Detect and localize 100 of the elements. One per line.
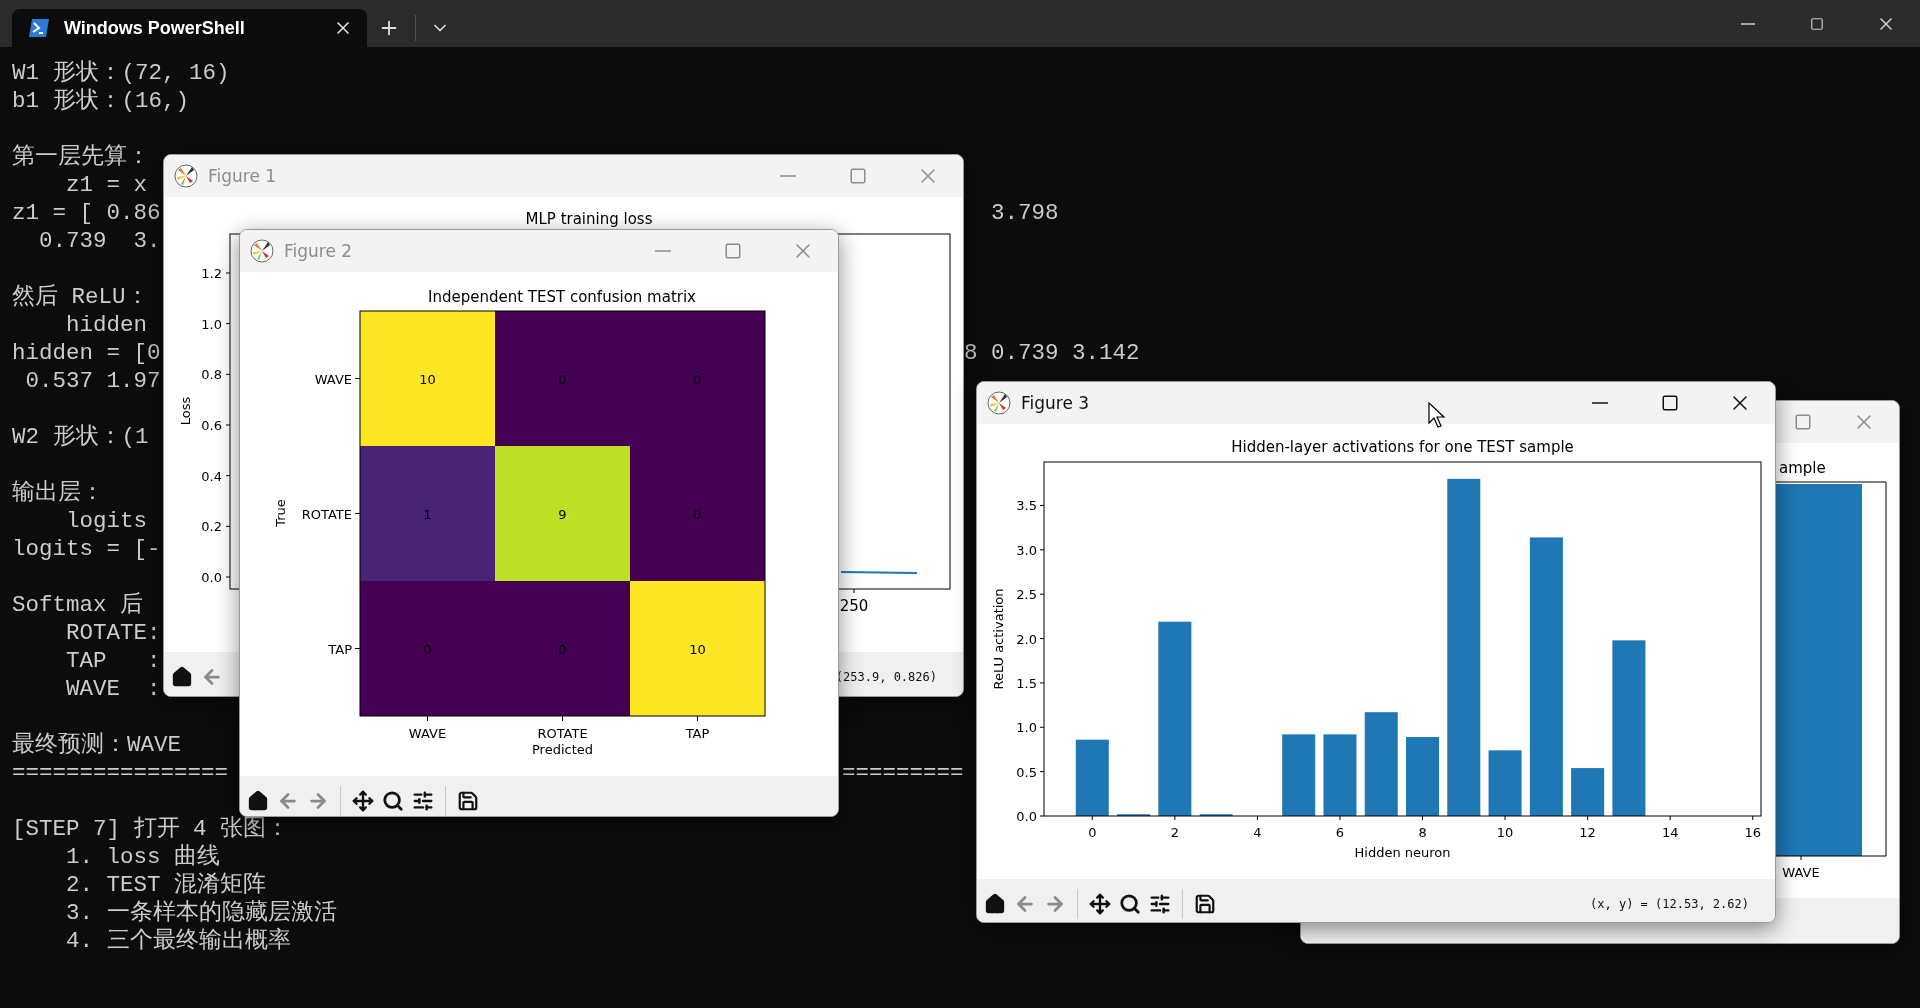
y-tick-label: 3.0 <box>1016 542 1037 558</box>
cell-value: 9 <box>558 506 567 522</box>
y-tick: 0.4 <box>201 468 231 484</box>
y-tick: 1.5 <box>1016 675 1045 691</box>
terminal-line: logits = [- <box>12 536 161 562</box>
x-tick: 16 <box>1744 815 1761 840</box>
terminal-line: logits <box>65 508 148 534</box>
x-tick: 250 <box>839 588 869 615</box>
terminal-line: [STEP 7] 打开 4 张图： <box>12 816 290 842</box>
y-axis-label: Loss <box>178 396 193 426</box>
terminal-line: WAVE : <box>65 676 161 702</box>
x-tick-label: 12 <box>1579 825 1596 840</box>
column-label: ROTATE <box>537 715 588 741</box>
x-tick-label: 6 <box>1335 825 1345 840</box>
y-tick-label: 2.0 <box>1016 631 1037 647</box>
x-tick-label: 10 <box>1496 825 1514 840</box>
y-tick-label: 2.5 <box>1016 587 1037 603</box>
cell-value: 0 <box>558 371 567 387</box>
terminal-line: b1 形状：(16,) <box>12 88 190 114</box>
cell-value: 0 <box>558 641 567 657</box>
terminal-line: 0.739 3. <box>38 228 161 254</box>
terminal-line: 最终预测：WAVE <box>12 732 181 758</box>
x-tick-label: 16 <box>1744 825 1762 840</box>
terminal-line: W2 形状：(1 <box>12 424 149 450</box>
y-tick: 0.8 <box>201 367 231 383</box>
chart-title: MLP training loss <box>525 210 653 228</box>
x-tick-label: 8 <box>1418 825 1427 840</box>
terminal-line: ================ <box>12 760 229 786</box>
y-tick: 0.0 <box>1016 809 1045 824</box>
window-title: Figure 3 <box>1021 393 1090 413</box>
x-tick-label: 4 <box>1253 825 1262 840</box>
terminal-line: 输出层： <box>12 480 104 506</box>
y-tick: 1.0 <box>1016 720 1045 736</box>
x-tick-label: 0 <box>1088 825 1097 840</box>
terminal-line: 4. 三个最终输出概率 <box>65 928 291 954</box>
y-tick-label: 0.0 <box>1016 809 1037 824</box>
row-label: TAP <box>328 641 361 657</box>
column-label: WAVE <box>408 715 447 741</box>
y-tick-label: 1.0 <box>1016 720 1037 736</box>
y-tick: 1.0 <box>201 316 231 332</box>
row-label: WAVE <box>314 371 361 387</box>
cell-value: 10 <box>419 371 436 387</box>
x-tick: WAVE <box>1782 855 1820 880</box>
chart-title: Independent TEST confusion matrix <box>428 288 696 306</box>
y-axis-label: True <box>273 499 288 527</box>
row-label: ROTATE <box>301 506 361 522</box>
terminal-line: ========= <box>842 759 964 787</box>
cursor-coordinates: (x, y) = (12.53, 2.62) <box>1590 897 1749 911</box>
x-tick: 6 <box>1335 815 1345 840</box>
terminal-line: 0.537 1.97 <box>24 368 161 394</box>
terminal-line: 8 0.739 3.142 <box>964 339 1140 367</box>
y-tick: 3.5 <box>1016 498 1045 514</box>
window-title: Figure 1 <box>208 166 277 186</box>
y-tick: 0.0 <box>201 570 231 585</box>
tab-title: Windows PowerShell <box>64 17 246 39</box>
window-title: Figure 2 <box>284 241 353 261</box>
y-tick: 3.0 <box>1016 542 1045 558</box>
y-tick: 2.5 <box>1016 587 1045 603</box>
x-tick: 10 <box>1496 815 1514 840</box>
x-axis-label: Predicted <box>532 742 593 757</box>
x-tick-label: 14 <box>1661 825 1679 840</box>
terminal-line: 2. TEST 混淆矩阵 <box>65 872 267 898</box>
terminal-line: Softmax 后 <box>12 592 144 618</box>
y-tick: 1.2 <box>201 266 231 281</box>
terminal-line: TAP : <box>65 648 161 674</box>
terminal-line: W1 形状：(72, 16) <box>12 60 230 86</box>
y-tick: 0.2 <box>201 519 231 535</box>
y-tick-label: 0.5 <box>1016 764 1037 780</box>
x-axis-label: Hidden neuron <box>1354 845 1451 860</box>
terminal-line: ROTATE: <box>65 620 161 646</box>
y-axis-label: ReLU activation <box>991 588 1006 690</box>
x-tick: 12 <box>1579 815 1596 840</box>
terminal-line: z1 = [ 0.86 <box>12 200 161 226</box>
cell-value: 0 <box>693 371 702 387</box>
terminal-line: 3. 一条样本的隐藏层激活 <box>65 900 337 926</box>
cursor-coordinates: (253.9, 0.826) <box>835 670 937 684</box>
terminal-line: 第一层先算： <box>12 144 150 170</box>
y-tick: 2.0 <box>1016 631 1045 647</box>
cell-value: 10 <box>689 641 706 657</box>
terminal-line: 1. loss 曲线 <box>65 844 221 870</box>
terminal-line: 然后 ReLU： <box>12 284 149 310</box>
x-tick: 14 <box>1661 815 1679 840</box>
x-tick: 0 <box>1088 815 1097 840</box>
x-tick: 4 <box>1253 815 1262 840</box>
chart-title: ample <box>1779 459 1826 477</box>
x-tick: 8 <box>1418 815 1427 840</box>
x-tick: 2 <box>1170 815 1179 840</box>
chart-title: Hidden-layer activations for one TEST sample <box>1231 438 1574 456</box>
terminal-line: hidden = [0 <box>12 340 161 366</box>
y-tick-label: 3.5 <box>1016 498 1037 514</box>
y-tick-label: 1.5 <box>1016 675 1037 691</box>
cell-value: 1 <box>423 506 432 522</box>
terminal-line: z1 = x <box>65 172 148 198</box>
cell-value: 0 <box>693 506 702 522</box>
terminal-line: hidden <box>65 312 148 338</box>
x-tick-label: 2 <box>1170 825 1179 840</box>
cell-value: 0 <box>423 641 432 657</box>
y-tick: 0.6 <box>201 418 231 433</box>
column-label: TAP <box>685 715 710 741</box>
terminal-line: 3.798 <box>991 199 1059 227</box>
